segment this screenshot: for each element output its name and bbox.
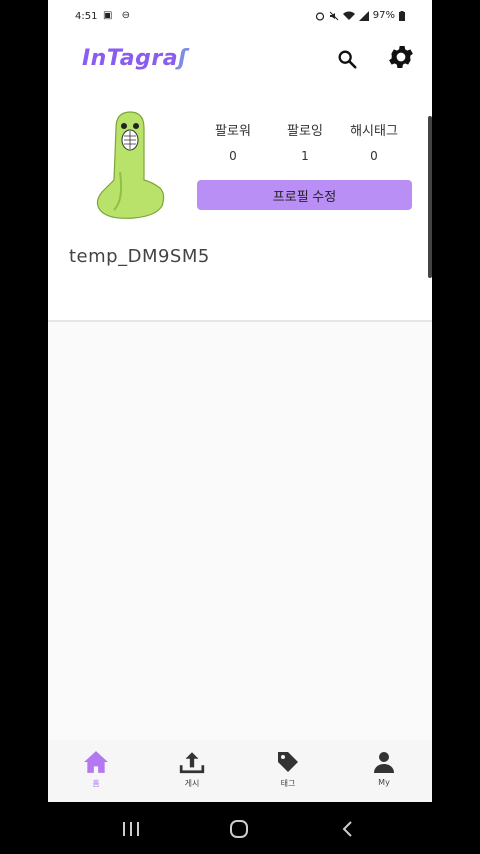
stat-value: 0 [229, 149, 237, 163]
upload-icon [179, 752, 205, 774]
signal-icon [358, 10, 369, 21]
stat-label: 해시태그 [350, 124, 398, 139]
stat-hashtags[interactable]: 해시태그 0 [339, 120, 409, 163]
back-icon [342, 821, 352, 837]
home-system-button[interactable] [224, 814, 254, 844]
stat-value: 0 [370, 149, 378, 163]
search-icon [338, 50, 357, 69]
username: temp_DM9SM5 [69, 246, 210, 267]
stat-followers[interactable]: 팔로워 0 [198, 120, 268, 163]
stat-value: 1 [301, 149, 309, 163]
nav-label: 태그 [280, 779, 296, 788]
gear-icon [389, 46, 413, 68]
logo-text: InTagra [82, 46, 179, 71]
nav-tag[interactable]: 태그 [240, 740, 336, 802]
edit-profile-button[interactable]: 프로필 수정 [197, 180, 412, 210]
nav-home[interactable]: 홈 [48, 740, 144, 802]
alarm-icon [315, 11, 324, 21]
person-icon [374, 752, 394, 773]
scrollbar[interactable] [428, 116, 432, 278]
app-screen: 4:51 ▣ ⊖ 97% InTagraʃ 팔로워 0 팔로잉 1 해시태그 0… [48, 0, 432, 802]
search-button[interactable] [332, 44, 362, 74]
stat-label: 팔로잉 [287, 124, 323, 139]
system-navigation-bar [0, 802, 480, 854]
posts-grid-area [48, 322, 432, 740]
nav-my[interactable]: My [336, 740, 432, 802]
recent-apps-button[interactable] [116, 814, 146, 844]
stat-following[interactable]: 팔로잉 1 [270, 120, 340, 163]
app-bar: InTagraʃ [48, 34, 432, 86]
nav-post[interactable]: 게시 [144, 740, 240, 802]
nav-label: My [378, 778, 390, 787]
tag-icon [278, 752, 298, 772]
status-time: 4:51 [75, 11, 98, 22]
battery-percent: 97% [372, 10, 395, 21]
home-icon [84, 751, 108, 773]
status-right-icons: 97% [315, 10, 405, 21]
nav-label: 게시 [184, 779, 200, 788]
wifi-icon [342, 11, 355, 20]
status-bar: 4:51 ▣ ⊖ 97% [48, 0, 432, 34]
device-frame: 4:51 ▣ ⊖ 97% InTagraʃ 팔로워 0 팔로잉 1 해시태그 0… [0, 0, 480, 854]
status-notification-icons: ▣ ⊖ [103, 10, 134, 21]
battery-icon [399, 10, 405, 21]
settings-button[interactable] [386, 42, 416, 72]
home-circle-icon [230, 820, 248, 838]
back-button[interactable] [332, 814, 362, 844]
mute-icon [329, 11, 339, 20]
profile-section: 팔로워 0 팔로잉 1 해시태그 0 프로필 수정 temp_DM9SM5 [48, 86, 432, 322]
nav-label: 홈 [92, 779, 100, 788]
app-logo: InTagraʃ [82, 46, 188, 71]
recents-icon [123, 822, 139, 836]
stat-label: 팔로워 [215, 124, 251, 139]
logo-tail: ʃ [178, 46, 188, 71]
bottom-navigation: 홈 게시 태그 My [48, 740, 432, 802]
profile-avatar[interactable] [94, 110, 168, 220]
